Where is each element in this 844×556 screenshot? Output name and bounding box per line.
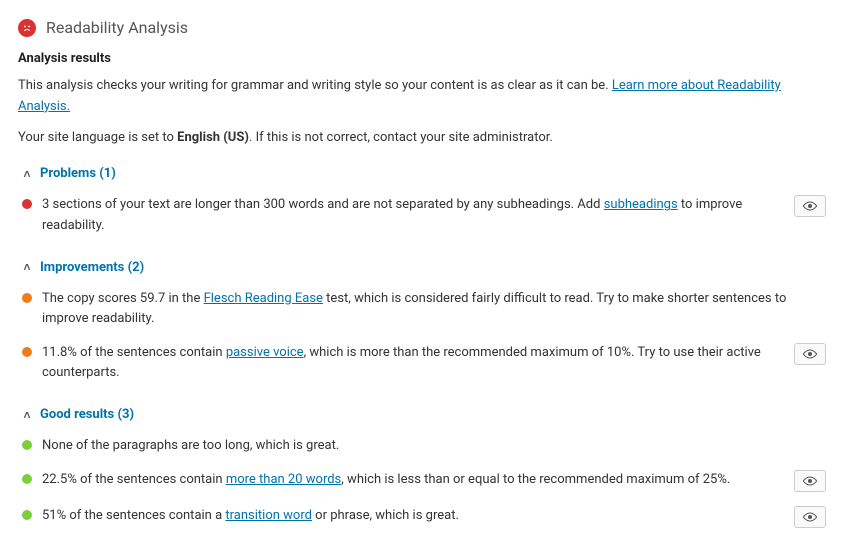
list-item: 22.5% of the sentences contain more than… [18,466,826,502]
list-item: 11.8% of the sentences contain passive v… [18,339,826,393]
status-bullet-green-icon [22,440,32,450]
more-than-20-link[interactable]: more than 20 words [226,472,341,487]
section-toggle-improvements[interactable]: ˄ Improvements (2) [18,260,826,275]
intro-text: This analysis checks your writing for gr… [18,76,826,118]
item-text: 11.8% of the sentences contain passive v… [42,343,784,383]
passive-voice-link[interactable]: passive voice [226,345,304,360]
section-label-problems: Problems (1) [40,166,116,181]
status-bullet-green-icon [22,474,32,484]
flesch-link[interactable]: Flesch Reading Ease [204,291,323,306]
panel-header: Readability Analysis [18,18,826,37]
section-label-improvements: Improvements (2) [40,260,144,275]
chevron-up-icon: ˄ [22,408,32,422]
highlight-button[interactable] [794,343,826,365]
subheadings-link[interactable]: subheadings [604,197,678,212]
section-label-good: Good results (3) [40,407,134,422]
section-toggle-problems[interactable]: ˄ Problems (1) [18,166,826,181]
transition-word-link[interactable]: transition word [225,508,312,523]
intro-text-body: This analysis checks your writing for gr… [18,78,612,93]
list-item: None of the paragraphs are too long, whi… [18,432,826,466]
list-item: 51% of the sentences contain a transitio… [18,502,826,538]
lang-prefix: Your site language is set to [18,130,177,145]
lang-value: English (US) [177,130,249,145]
item-text: 3 sections of your text are longer than … [42,195,784,235]
item-text: The copy scores 59.7 in the Flesch Readi… [42,289,826,329]
list-item: The copy scores 59.7 in the Flesch Readi… [18,285,826,339]
status-bullet-orange-icon [22,347,32,357]
chevron-up-icon: ˄ [22,167,32,181]
item-text: 51% of the sentences contain a transitio… [42,506,784,526]
item-text: 22.5% of the sentences contain more than… [42,470,784,490]
panel-title: Readability Analysis [46,18,188,37]
highlight-button[interactable] [794,506,826,528]
item-text: None of the paragraphs are too long, whi… [42,436,826,456]
highlight-button[interactable] [794,470,826,492]
sad-face-icon [18,19,36,37]
list-item: 3 sections of your text are longer than … [18,191,826,245]
results-heading: Analysis results [18,51,826,66]
language-line: Your site language is set to English (US… [18,128,826,149]
lang-suffix: . If this is not correct, contact your s… [249,130,553,145]
status-bullet-orange-icon [22,293,32,303]
chevron-up-icon: ˄ [22,260,32,274]
section-toggle-good[interactable]: ˄ Good results (3) [18,407,826,422]
status-bullet-red-icon [22,199,32,209]
highlight-button[interactable] [794,195,826,217]
